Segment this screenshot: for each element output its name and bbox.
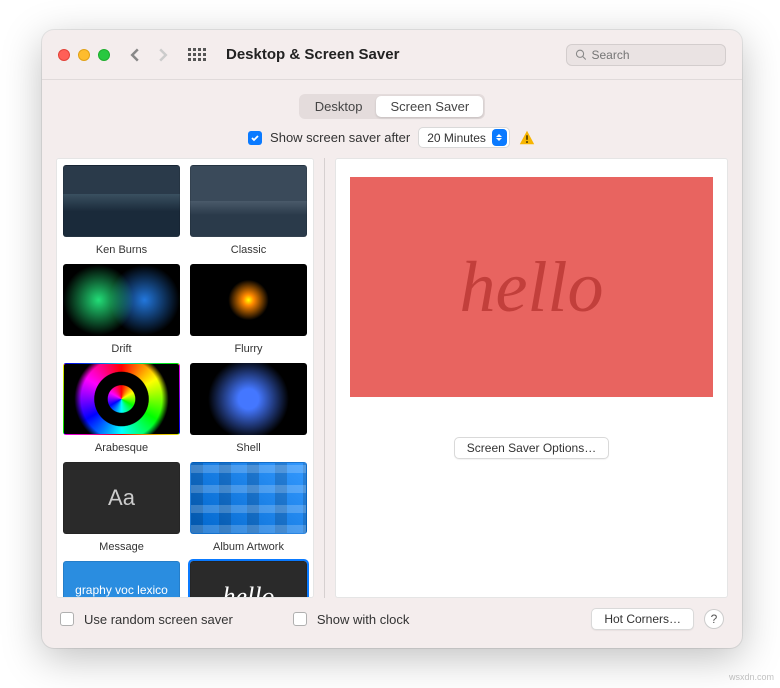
saver-item-shell[interactable]: Shell — [190, 363, 307, 456]
preview-area[interactable]: hello — [350, 177, 713, 397]
saver-grid: Ken Burns Classic Drift Flurry Arabesque… — [63, 165, 307, 598]
saver-label: Flurry — [226, 342, 270, 356]
prefs-window: Desktop & Screen Saver Desktop Screen Sa… — [42, 30, 742, 648]
show-all-button[interactable] — [188, 48, 206, 61]
search-icon — [575, 48, 586, 61]
search-input[interactable] — [591, 48, 717, 62]
nav-buttons — [128, 48, 170, 62]
saver-label: Classic — [223, 243, 274, 257]
saver-label: Shell — [228, 441, 268, 455]
window-controls — [58, 49, 110, 61]
thumb-message: Aa — [63, 462, 180, 534]
saver-item-ken-burns[interactable]: Ken Burns — [63, 165, 180, 258]
watermark: wsxdn.com — [729, 672, 774, 682]
thumb-word: graphy voc lexico tulary — [63, 561, 180, 598]
show-after-row: Show screen saver after 20 Minutes — [42, 127, 742, 158]
tab-desktop[interactable]: Desktop — [301, 96, 377, 117]
tab-screensaver[interactable]: Screen Saver — [376, 96, 483, 117]
saver-item-flurry[interactable]: Flurry — [190, 264, 307, 357]
thumb-hello: hello — [190, 561, 307, 598]
zoom-button[interactable] — [98, 49, 110, 61]
saver-label: Message — [91, 540, 152, 554]
saver-item-hello[interactable]: helloHello — [190, 561, 307, 598]
warning-icon — [518, 129, 536, 147]
saver-label: Arabesque — [87, 441, 156, 455]
hot-corners-button[interactable]: Hot Corners… — [591, 608, 694, 630]
thumb-album — [190, 462, 307, 534]
window-title: Desktop & Screen Saver — [226, 46, 558, 63]
help-button[interactable]: ? — [704, 609, 724, 629]
saver-label: Album Artwork — [205, 540, 292, 554]
tab-control: Desktop Screen Saver — [299, 94, 485, 119]
saver-item-word[interactable]: graphy voc lexico tularyWord of the Day — [63, 561, 180, 598]
show-after-checkbox[interactable] — [248, 131, 262, 145]
show-after-label: Show screen saver after — [270, 130, 410, 145]
saver-item-classic[interactable]: Classic — [190, 165, 307, 258]
saver-label: Ken Burns — [88, 243, 155, 257]
back-icon[interactable] — [128, 48, 142, 62]
show-after-value: 20 Minutes — [427, 131, 486, 145]
vertical-divider — [324, 158, 325, 598]
thumb-ken-burns — [63, 165, 180, 237]
select-stepper-icon — [492, 129, 507, 146]
thumb-drift — [63, 264, 180, 336]
check-icon — [250, 133, 260, 143]
clock-label: Show with clock — [317, 612, 409, 627]
close-button[interactable] — [58, 49, 70, 61]
thumb-classic — [190, 165, 307, 237]
random-checkbox[interactable] — [60, 612, 74, 626]
saver-item-album[interactable]: Album Artwork — [190, 462, 307, 555]
clock-checkbox[interactable] — [293, 612, 307, 626]
random-label: Use random screen saver — [84, 612, 233, 627]
thumb-arabesque — [63, 363, 180, 435]
tabs-row: Desktop Screen Saver — [42, 80, 742, 127]
saver-item-message[interactable]: Aa Message — [63, 462, 180, 555]
saver-list[interactable]: Ken Burns Classic Drift Flurry Arabesque… — [56, 158, 314, 598]
content-area: Ken Burns Classic Drift Flurry Arabesque… — [42, 158, 742, 598]
options-button[interactable]: Screen Saver Options… — [454, 437, 609, 459]
preview-pane: hello Screen Saver Options… — [335, 158, 728, 598]
saver-item-drift[interactable]: Drift — [63, 264, 180, 357]
forward-icon[interactable] — [156, 48, 170, 62]
saver-label: Drift — [103, 342, 139, 356]
saver-item-arabesque[interactable]: Arabesque — [63, 363, 180, 456]
thumb-flurry — [190, 264, 307, 336]
titlebar: Desktop & Screen Saver — [42, 30, 742, 80]
thumb-shell — [190, 363, 307, 435]
show-after-select[interactable]: 20 Minutes — [418, 127, 510, 148]
minimize-button[interactable] — [78, 49, 90, 61]
search-field[interactable] — [566, 44, 726, 66]
footer: Use random screen saver Show with clock … — [42, 598, 742, 640]
preview-text: hello — [460, 246, 604, 329]
